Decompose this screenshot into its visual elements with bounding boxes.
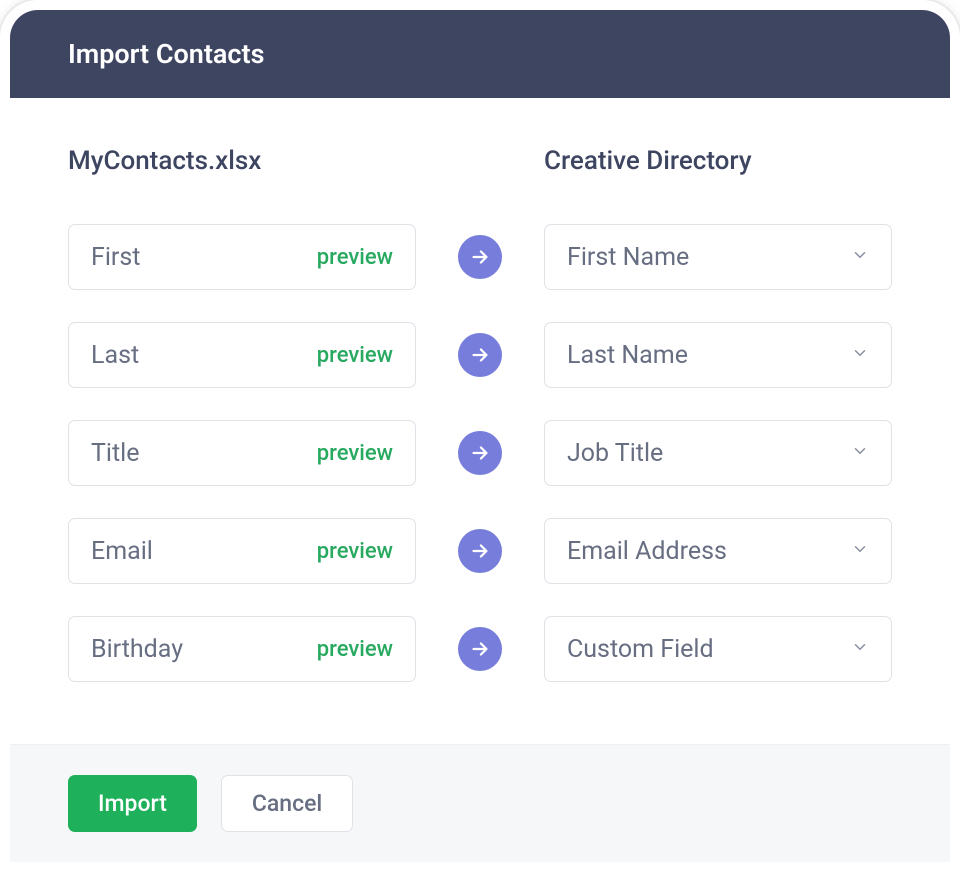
modal-content: MyContacts.xlsx Creative Directory First… — [10, 98, 950, 744]
mapping-row: Birthday preview Custom Field — [68, 616, 892, 682]
chevron-down-icon — [851, 540, 869, 562]
columns-header-row: MyContacts.xlsx Creative Directory — [68, 146, 892, 176]
modal-footer: Import Cancel — [10, 744, 950, 862]
source-field-birthday: Birthday preview — [68, 616, 416, 682]
chevron-down-icon — [851, 638, 869, 660]
target-field-label: Last Name — [567, 341, 688, 370]
cancel-button[interactable]: Cancel — [221, 775, 353, 832]
modal-header: Import Contacts — [10, 10, 950, 98]
preview-link[interactable]: preview — [317, 637, 393, 662]
arrow-container — [416, 431, 544, 475]
target-field-first-name[interactable]: First Name — [544, 224, 892, 290]
source-field-last: Last preview — [68, 322, 416, 388]
target-field-label: Job Title — [567, 439, 663, 468]
target-field-custom-field[interactable]: Custom Field — [544, 616, 892, 682]
target-field-label: Custom Field — [567, 635, 714, 664]
arrow-container — [416, 529, 544, 573]
preview-link[interactable]: preview — [317, 343, 393, 368]
target-field-last-name[interactable]: Last Name — [544, 322, 892, 388]
modal-title: Import Contacts — [68, 38, 892, 70]
arrow-container — [416, 235, 544, 279]
arrow-right-icon — [458, 333, 502, 377]
mapping-row: Last preview Last Name — [68, 322, 892, 388]
arrow-right-icon — [458, 235, 502, 279]
target-field-label: Email Address — [567, 537, 727, 566]
arrow-right-icon — [458, 431, 502, 475]
chevron-down-icon — [851, 344, 869, 366]
import-button[interactable]: Import — [68, 775, 197, 832]
source-field-title: Title preview — [68, 420, 416, 486]
source-column-title: MyContacts.xlsx — [68, 146, 416, 176]
preview-link[interactable]: preview — [317, 245, 393, 270]
mapping-row: First preview First Name — [68, 224, 892, 290]
target-field-email-address[interactable]: Email Address — [544, 518, 892, 584]
arrow-right-icon — [458, 529, 502, 573]
source-field-label: Email — [91, 537, 153, 566]
app-window: Import Contacts MyContacts.xlsx Creative… — [0, 0, 960, 872]
mapping-row: Email preview Email Address — [68, 518, 892, 584]
preview-link[interactable]: preview — [317, 539, 393, 564]
arrow-right-icon — [458, 627, 502, 671]
arrow-container — [416, 627, 544, 671]
source-field-email: Email preview — [68, 518, 416, 584]
mapping-row: Title preview Job Title — [68, 420, 892, 486]
target-field-label: First Name — [567, 243, 689, 272]
target-field-job-title[interactable]: Job Title — [544, 420, 892, 486]
chevron-down-icon — [851, 442, 869, 464]
source-field-label: First — [91, 243, 140, 272]
preview-link[interactable]: preview — [317, 441, 393, 466]
chevron-down-icon — [851, 246, 869, 268]
source-field-label: Last — [91, 341, 139, 370]
target-column-title: Creative Directory — [544, 146, 892, 176]
source-field-label: Birthday — [91, 635, 183, 664]
arrow-container — [416, 333, 544, 377]
source-field-label: Title — [91, 439, 140, 468]
source-field-first: First preview — [68, 224, 416, 290]
